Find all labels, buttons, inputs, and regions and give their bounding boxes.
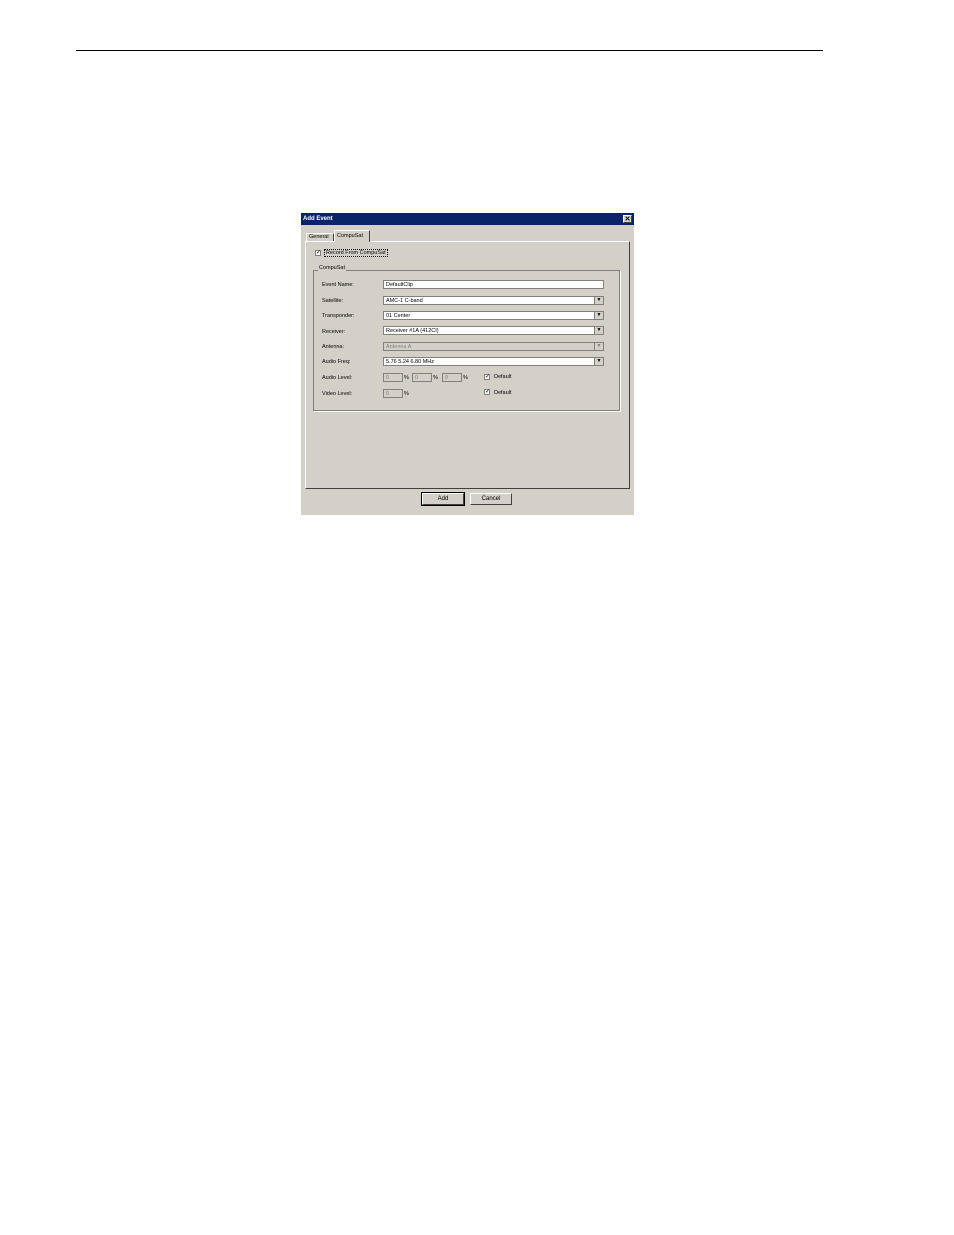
audio-level-label: Audio Level:	[322, 375, 353, 381]
compusat-group-label: CompuSat	[318, 265, 346, 271]
add-event-dialog: Add Event ✕ General CompuSat ✓ Record Fr…	[301, 213, 634, 515]
chevron-down-icon[interactable]: ▼	[594, 297, 603, 304]
receiver-dropdown[interactable]: Receiver #1A (412CI) ▼	[383, 326, 604, 335]
close-icon[interactable]: ✕	[623, 215, 632, 223]
record-from-compusat-label: Record From CompuSat	[324, 249, 388, 257]
audio-level-default-checkbox[interactable]: ✓	[484, 374, 490, 380]
satellite-dropdown[interactable]: AMC-1 C-band ▼	[383, 296, 604, 305]
receiver-label: Receiver:	[322, 329, 346, 335]
chevron-down-icon: ▼	[594, 343, 603, 350]
dialog-title: Add Event	[303, 216, 333, 222]
percent-label: %	[404, 375, 409, 381]
audio-level-input-1: 0	[383, 373, 403, 382]
chevron-down-icon[interactable]: ▼	[594, 312, 603, 319]
transponder-dropdown[interactable]: 01 Center ▼	[383, 311, 604, 320]
tab-general[interactable]: General	[306, 233, 334, 241]
audio-level-input-2: 0	[412, 373, 432, 382]
video-level-label: Video Level:	[322, 391, 353, 397]
video-level-input: 0	[383, 389, 403, 398]
audio-freq-dropdown[interactable]: 5.76 5.24 6.80 MHz ▼	[383, 357, 604, 366]
page-header-rule	[76, 50, 823, 51]
percent-label: %	[433, 375, 438, 381]
percent-label: %	[404, 391, 409, 397]
audio-level-input-3: 0	[442, 373, 462, 382]
antenna-label: Antenna:	[322, 344, 345, 350]
percent-label: %	[463, 375, 468, 381]
event-name-label: Event Name:	[322, 282, 354, 288]
video-level-default-checkbox[interactable]: ✓	[484, 389, 490, 395]
cancel-button[interactable]: Cancel	[470, 493, 512, 505]
video-level-default-label: Default	[494, 390, 512, 396]
compusat-groupbox	[313, 270, 620, 411]
chevron-down-icon[interactable]: ▼	[594, 327, 603, 334]
antenna-dropdown: Antenna A ▼	[383, 342, 604, 351]
add-button[interactable]: Add	[421, 492, 465, 506]
tab-compusat[interactable]: CompuSat	[334, 230, 370, 242]
chevron-down-icon[interactable]: ▼	[594, 358, 603, 365]
audio-freq-label: Audio Freq:	[322, 359, 351, 365]
record-from-compusat-checkbox[interactable]: ✓	[315, 250, 321, 256]
satellite-label: Satellite:	[322, 298, 344, 304]
transponder-label: Transponder:	[322, 313, 355, 319]
dialog-titlebar: Add Event ✕	[301, 213, 634, 225]
audio-level-default-label: Default	[494, 374, 512, 380]
event-name-field[interactable]: DefaultClip	[383, 280, 604, 289]
